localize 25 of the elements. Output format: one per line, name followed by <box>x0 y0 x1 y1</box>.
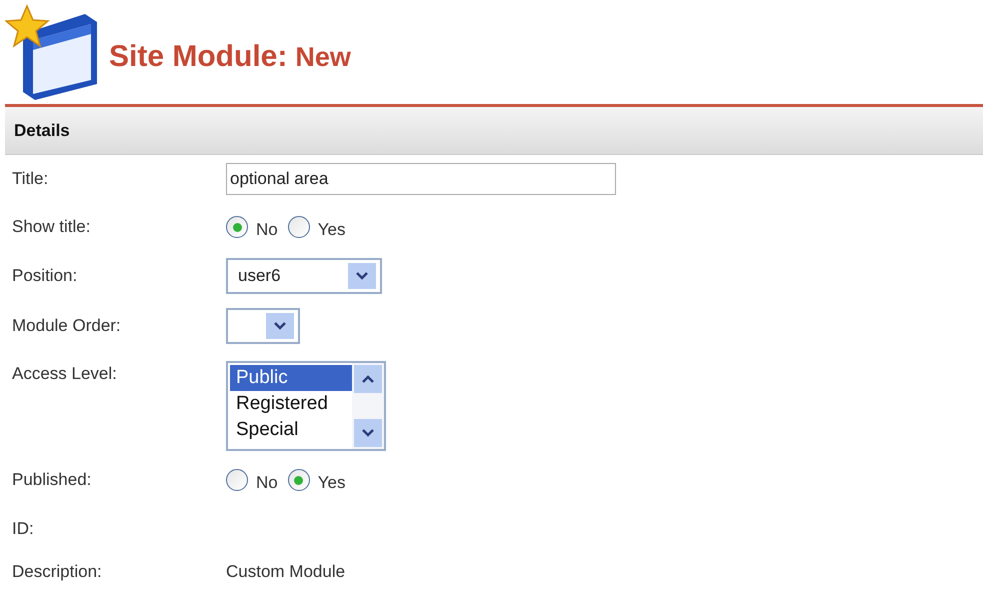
field-label: Description: <box>12 560 103 582</box>
radio-option[interactable]: No <box>226 464 278 496</box>
dropdown[interactable]: user6 <box>226 258 382 294</box>
access-level-listbox[interactable]: Public Registered Special <box>226 361 386 451</box>
scrollbar[interactable] <box>352 363 384 449</box>
field-value: Custom Module <box>226 560 346 582</box>
radio-option[interactable]: No <box>226 211 278 243</box>
field-label: Title: <box>12 168 50 190</box>
field-label: Show title: <box>12 216 92 238</box>
list-option[interactable]: Special <box>230 417 352 443</box>
field-label: Module Order: <box>12 315 122 338</box>
field-label: Access Level: <box>12 363 118 385</box>
scroll-up-icon[interactable] <box>354 365 382 393</box>
field-label: Published: <box>12 469 92 492</box>
page-subtitle: New <box>295 40 351 74</box>
scroll-down-icon[interactable] <box>354 419 382 447</box>
list-option[interactable]: Registered <box>230 391 352 417</box>
field-label: Position: <box>12 265 78 288</box>
page-title: Site Module: <box>109 38 288 74</box>
radio-option[interactable]: Yes <box>288 464 346 496</box>
field-label: ID: <box>12 518 35 540</box>
list-option[interactable]: Public <box>230 365 352 391</box>
radio-option[interactable]: Yes <box>288 211 346 243</box>
title-input[interactable]: optional area <box>226 163 616 195</box>
section-title: Details <box>14 120 70 142</box>
